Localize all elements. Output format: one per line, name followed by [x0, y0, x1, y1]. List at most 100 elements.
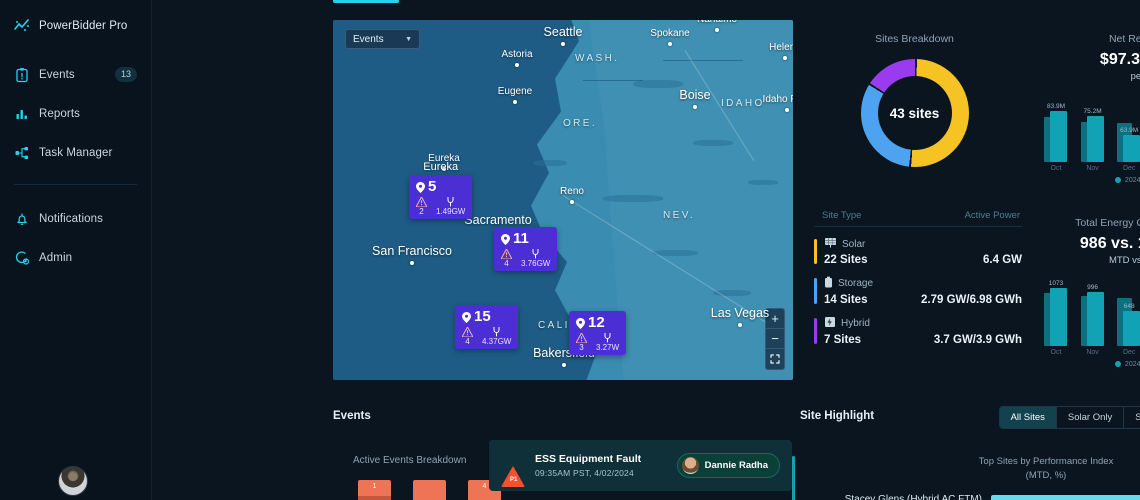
bar-value-label: 75.2M	[1083, 108, 1102, 116]
top-site-row[interactable]: Stacey Glens (Hybrid AC FTM) 102%	[792, 494, 1140, 500]
sidebar-item-reports[interactable]: Reports	[0, 94, 151, 133]
map-site-marker[interactable]: 12 3 3.27W	[569, 311, 627, 355]
sidebar-item-admin[interactable]: Admin	[0, 238, 151, 277]
event-card[interactable]: P1 ESS Equipment Fault 09:35AM PST, 4/02…	[489, 440, 792, 491]
events-section-title: Events	[333, 410, 371, 422]
sidebar-item-label: Reports	[39, 107, 80, 120]
net-revenue-month-labels: OctNovDecJanFebMar	[1040, 165, 1140, 172]
marker-count: 11	[501, 231, 550, 247]
month-label: Oct	[1050, 165, 1062, 172]
bar-group[interactable]: 63.9M	[1115, 92, 1140, 162]
brand-label: PowerBidder Pro	[39, 19, 128, 32]
site-type-row[interactable]: Solar 22 Sites 6.4 GW	[814, 237, 1022, 266]
bell-icon	[14, 211, 30, 227]
city-dot	[561, 42, 565, 46]
net-revenue-legend: 2024 2023	[1040, 177, 1140, 184]
map-site-marker[interactable]: Eureka 5 2 1.49GW	[409, 161, 473, 219]
bar-2024	[1123, 310, 1140, 346]
map-filter-label: Events	[353, 33, 384, 45]
expand-map-button[interactable]	[766, 349, 784, 369]
net-revenue-subtitle: pending	[1130, 71, 1140, 82]
sitemap-icon	[14, 145, 30, 161]
city-label: Reno	[560, 186, 584, 197]
marker-power: 4.37GW	[482, 327, 511, 346]
map-city: Seattle	[544, 25, 582, 46]
site-type-count: 14 Sites	[824, 294, 868, 306]
sidebar-item-label: Task Manager	[39, 146, 113, 159]
map-city: Las Vegas	[711, 306, 769, 327]
site-type-table: Site Type Active Power Solar 22 Sites 6.4 …	[814, 210, 1022, 346]
map-city: San Francisco	[372, 244, 452, 265]
city-dot	[562, 363, 566, 367]
map-city: Astoria	[501, 49, 533, 67]
bar-group[interactable]: 996	[1079, 276, 1107, 346]
sidebar-item-events[interactable]: Events 13	[0, 55, 151, 94]
bar-group[interactable]: 1073	[1042, 276, 1070, 346]
city-dot	[668, 42, 672, 46]
avatar	[58, 466, 88, 496]
event-name: ESS Equipment Fault	[535, 453, 642, 465]
site-filter-tab[interactable]: Solar Only	[1057, 407, 1125, 428]
bar-value-label: 1	[372, 483, 377, 490]
site-highlight-section: Site Highlight All SitesSolar OnlyStorag…	[792, 406, 1140, 500]
event-assignee-chip[interactable]: Dannie Radha	[676, 453, 780, 478]
marker-count: 12	[576, 315, 619, 331]
bar-group[interactable]: 648	[1115, 276, 1140, 346]
city-dot	[693, 105, 697, 109]
active-event-bar[interactable]: 1	[358, 480, 391, 500]
city-label: Sacramento	[464, 213, 532, 227]
clipboard-alert-icon	[14, 67, 30, 83]
net-revenue-title: Net Revenue ($)	[1108, 33, 1140, 45]
bar-value-label: 4	[482, 483, 487, 490]
sidebar-item-label: Events	[39, 68, 75, 81]
zoom-out-button[interactable]: −	[766, 329, 784, 349]
sidebar: PowerBidder Pro Events 13 Reports Task M…	[0, 0, 152, 500]
active-events-breakdown-title: Active Events Breakdown	[353, 455, 467, 466]
active-events-bars[interactable]: 14	[358, 480, 501, 500]
user-avatar[interactable]	[58, 466, 88, 496]
sidebar-item-task-manager[interactable]: Task Manager	[0, 133, 151, 172]
city-label: Nanaimo	[697, 20, 737, 25]
site-type-label: Storage	[824, 276, 921, 291]
marker-alerts: 3	[576, 333, 587, 352]
bar-value-label: 63.9M	[1120, 127, 1139, 135]
site-type-row[interactable]: Hybrid 7 Sites 3.7 GW/3.9 GWh	[814, 316, 1022, 346]
sidebar-item-label: Notifications	[39, 212, 103, 225]
site-filter-tab[interactable]: Storage Only	[1124, 407, 1140, 428]
bar-2024	[1050, 110, 1067, 162]
map-city: Spokane	[650, 28, 690, 46]
hybrid-icon	[824, 316, 836, 331]
total-energy-bars: 1073996648774982	[1040, 276, 1140, 346]
dashboard-root: PowerBidder Pro Events 13 Reports Task M…	[0, 0, 1140, 500]
site-highlight-filter-tabs[interactable]: All SitesSolar OnlyStorage OnlySolar + S…	[998, 406, 1140, 429]
sidebar-item-notifications[interactable]: Notifications	[0, 199, 151, 238]
site-type-color-bar	[814, 318, 817, 344]
map-site-marker[interactable]: 15 4 4.37GW	[455, 305, 519, 349]
sites-donut-chart[interactable]: 43 sites	[860, 59, 969, 167]
site-filter-tab[interactable]: All Sites	[999, 407, 1057, 428]
city-label: Spokane	[650, 28, 690, 39]
bar-group[interactable]: 83.9M	[1042, 92, 1070, 162]
marker-alerts: 2	[416, 197, 427, 216]
month-label: Nov	[1086, 349, 1099, 356]
sidebar-brand[interactable]: PowerBidder Pro	[0, 6, 151, 45]
site-type-label: Solar	[824, 237, 983, 251]
bar-2024	[1050, 287, 1067, 346]
city-dot	[785, 108, 789, 112]
map-city: Nanaimo	[697, 20, 737, 32]
bar-value-label: 648	[1123, 302, 1135, 310]
map-state-label: WASH.	[575, 53, 620, 64]
site-type-count: 22 Sites	[824, 254, 868, 266]
event-timestamp: 09:35AM PST, 4/02/2024	[535, 468, 634, 478]
site-type-table-header: Site Type Active Power	[814, 210, 1022, 227]
map-city: Helena	[769, 42, 793, 60]
map-site-marker[interactable]: 11 4 3.76GW	[494, 227, 558, 271]
total-energy-headline: 986 vs. 1097 GWh	[1079, 235, 1140, 252]
map-filter-dropdown[interactable]: Events ▼	[345, 29, 420, 49]
city-label: Seattle	[543, 25, 583, 39]
bar-group[interactable]: 75.2M	[1079, 92, 1107, 162]
active-event-bar[interactable]	[413, 480, 446, 500]
site-map[interactable]: Events ▼ + − NanaimoSeattleSpokaneAstori…	[333, 20, 793, 380]
site-type-info: Solar 22 Sites	[824, 237, 983, 266]
site-type-row[interactable]: Storage 14 Sites 2.79 GW/6.98 GWh	[814, 276, 1022, 306]
